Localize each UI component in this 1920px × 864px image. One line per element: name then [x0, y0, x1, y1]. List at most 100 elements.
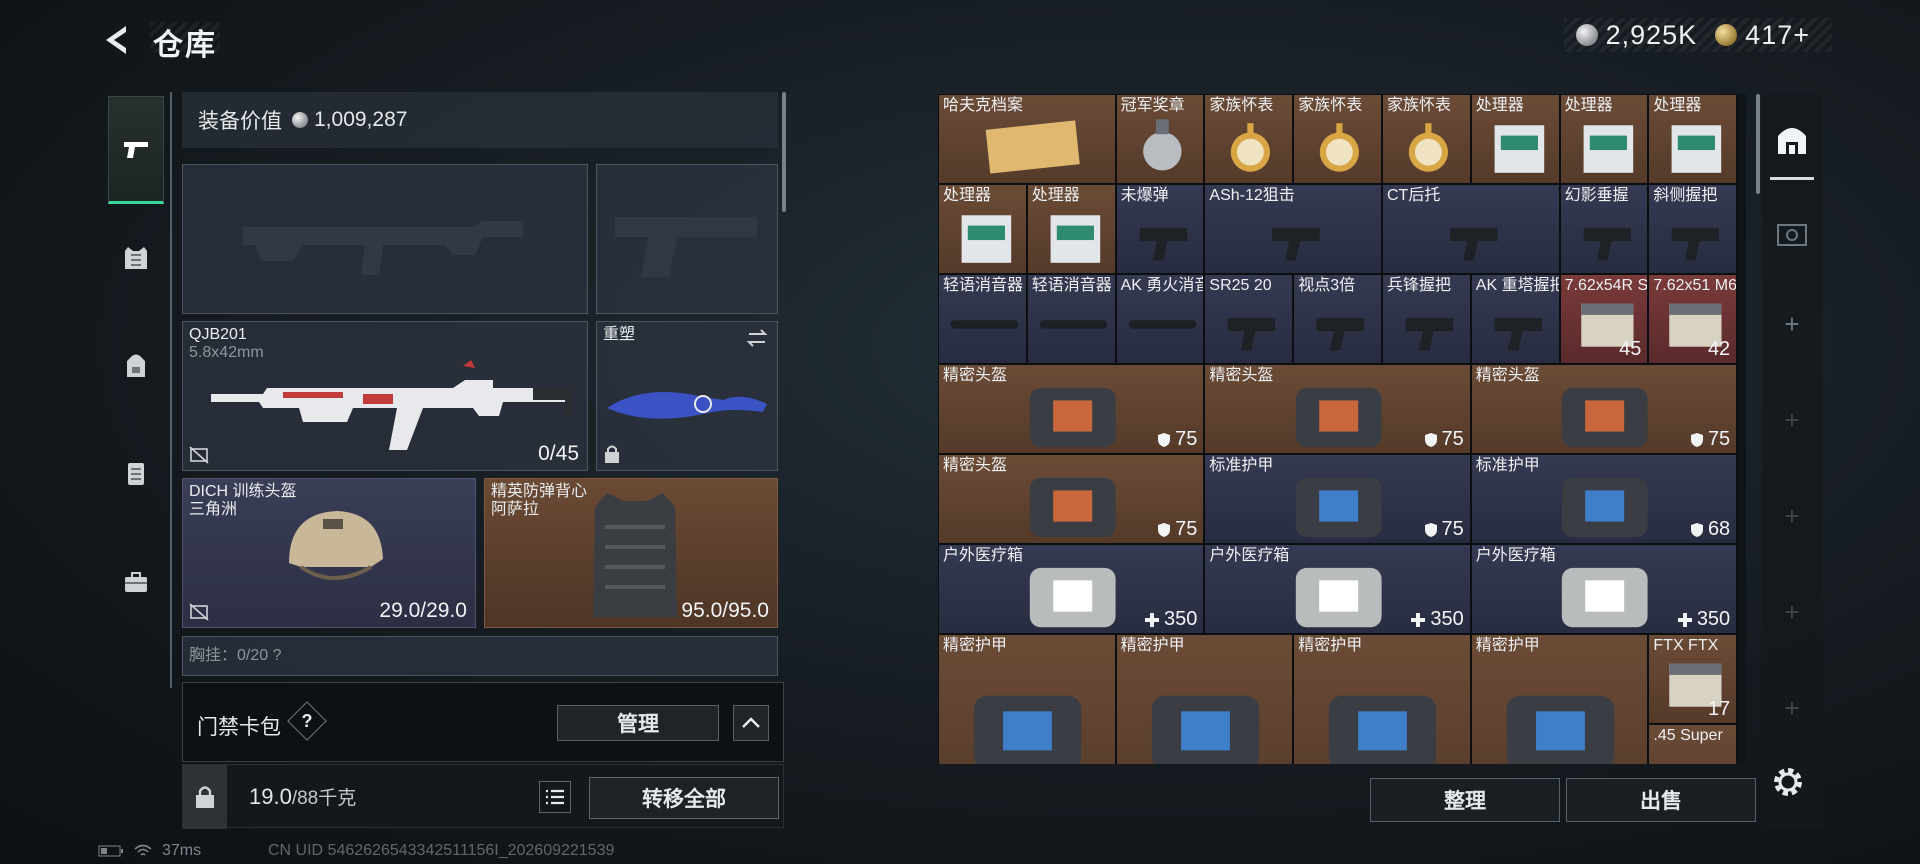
armor-slot[interactable]: 精英防弹背心 阿萨拉 95.0/95.0 [484, 478, 778, 628]
storage-item[interactable]: 兵锋握把 [1382, 274, 1471, 364]
manage-button[interactable]: 管理 [557, 705, 719, 741]
tab-storage-expansion[interactable] [1770, 194, 1814, 274]
no-insurance-icon [189, 603, 209, 621]
item-name: 户外医疗箱 [1209, 547, 1290, 564]
storage-item[interactable]: 精密护甲 [1293, 634, 1471, 764]
collapse-button[interactable] [733, 705, 769, 741]
rifle-silhouette-icon [243, 221, 523, 275]
storage-item[interactable]: 视点3倍 [1293, 274, 1382, 364]
item-durability: 68 [1690, 518, 1730, 541]
tab-backpack[interactable] [108, 312, 164, 420]
shield-icon [1158, 432, 1171, 447]
equipment-scrollbar[interactable] [782, 92, 786, 212]
primary-weapon-slot[interactable]: QJB201 5.8x42mm 0/45 [182, 321, 588, 471]
equipment-value-row: 装备价值 1,009,287 [182, 92, 778, 148]
storage-item[interactable]: 7.62x54R SNB 45 [1559, 274, 1649, 364]
shield-icon [1158, 522, 1171, 537]
item-name: 处理器 [1475, 97, 1524, 114]
plus-icon: + [1784, 404, 1800, 435]
storage-item[interactable]: 精密头盔 75 [938, 364, 1205, 454]
armor-name: 精英防弹背心 [491, 483, 588, 500]
melee-weapon-slot[interactable]: 重塑 [596, 321, 778, 471]
help-icon: ? [301, 711, 313, 731]
storage-scrollbar[interactable] [1756, 94, 1760, 194]
storage-item[interactable]: 精密护甲 [1115, 634, 1294, 764]
item-quantity: 17 [1707, 698, 1731, 720]
tab-safebox[interactable] [108, 528, 164, 636]
storage-item[interactable]: AK 重塔握把 [1470, 274, 1560, 364]
helmet-durability: 29.0/29.0 [379, 599, 467, 622]
storage-item[interactable]: 精密护甲 [1470, 634, 1649, 764]
storage-item[interactable]: AK 勇火消音器 [1115, 274, 1205, 364]
storage-item[interactable]: 标准护甲 75 [1204, 454, 1471, 544]
storage-item[interactable]: ASh-12狙击 [1204, 184, 1382, 274]
storage-item[interactable]: 哈夫克档案 [938, 94, 1116, 184]
item-name: 精密护甲 [1475, 637, 1540, 654]
add-storage-tab-5[interactable]: + [1770, 668, 1814, 748]
storage-item[interactable]: 处理器 [1648, 94, 1738, 184]
storage-item[interactable]: 家族怀表 [1204, 94, 1294, 184]
item-name: 精密护甲 [1120, 637, 1185, 654]
tab-storage-main[interactable] [1770, 100, 1814, 180]
storage-item[interactable]: 标准护甲 68 [1470, 454, 1738, 544]
item-name: ASh-12狙击 [1209, 187, 1295, 204]
karambit-knife-image [607, 392, 767, 419]
storage-item[interactable]: 精密头盔 75 [1204, 364, 1471, 454]
storage-item[interactable]: 户外医疗箱 350 [938, 544, 1205, 634]
add-storage-tab-4[interactable]: + [1770, 572, 1814, 652]
armor-durability: 95.0/95.0 [681, 599, 769, 622]
tab-weapons[interactable] [108, 96, 164, 204]
capacity-bar: 19.0/88千克 转移全部 [182, 764, 784, 829]
secondary-weapon-slot-empty[interactable] [596, 164, 778, 314]
tab-chest-rig[interactable] [108, 420, 164, 528]
storage-item[interactable]: 精密头盔 75 [1470, 364, 1738, 454]
item-name: 精密头盔 [943, 367, 1008, 384]
storage-item[interactable]: 户外医疗箱 350 [1470, 544, 1738, 634]
storage-item[interactable]: 家族怀表 [1293, 94, 1382, 184]
sell-button[interactable]: 出售 [1566, 778, 1756, 822]
swap-icon[interactable] [745, 328, 769, 348]
item-durability: 75 [1157, 428, 1197, 451]
add-storage-tab-1[interactable]: + [1770, 284, 1814, 364]
transfer-all-button[interactable]: 转移全部 [589, 777, 779, 819]
storage-item[interactable]: 未爆弹 [1115, 184, 1205, 274]
chest-rig-slot[interactable]: 胸挂：0/20 ? [182, 636, 778, 676]
item-name: 精密头盔 [943, 457, 1008, 474]
storage-item[interactable]: 斜侧握把 [1648, 184, 1738, 274]
item-name: 轻语消音器 [943, 277, 1024, 294]
storage-item[interactable]: 户外医疗箱 350 [1204, 544, 1471, 634]
storage-item[interactable]: 处理器 [1470, 94, 1560, 184]
pistol-icon [124, 142, 148, 158]
storage-item[interactable]: 轻语消音器 [1026, 274, 1116, 364]
storage-item[interactable]: SR25 20 [1204, 274, 1294, 364]
storage-item[interactable]: 精密头盔 75 [938, 454, 1205, 544]
primary-weapon-slot-empty[interactable] [182, 164, 588, 314]
storage-item[interactable]: 处理器 [1559, 94, 1649, 184]
storage-item[interactable]: 处理器 [938, 184, 1027, 274]
back-button[interactable] [98, 20, 134, 60]
equipment-value-label: 装备价值 [198, 110, 282, 133]
add-storage-tab-3[interactable]: + [1770, 476, 1814, 556]
storage-item[interactable]: .45 Super [1648, 724, 1738, 764]
storage-item[interactable]: 轻语消音器 [938, 274, 1027, 364]
storage-item[interactable]: 家族怀表 [1382, 94, 1471, 184]
settings-button[interactable] [1770, 764, 1806, 800]
primary-weapon-ammo: 0/45 [538, 442, 579, 465]
storage-item[interactable]: 冠军奖章 [1115, 94, 1205, 184]
tab-armor[interactable] [108, 204, 164, 312]
storage-item[interactable]: FTX FTX 17 [1648, 634, 1738, 724]
storage-item[interactable]: CT后托 [1382, 184, 1560, 274]
gold-coin-icon [1715, 24, 1738, 46]
add-storage-tab-2[interactable]: + [1770, 380, 1814, 460]
gold-balance[interactable]: 417+ [1745, 20, 1810, 51]
helmet-slot[interactable]: DICH 训练头盔 三角洲 29.0/29.0 [182, 478, 476, 628]
capacity-lock-button[interactable] [183, 765, 227, 829]
storage-item[interactable]: 处理器 [1026, 184, 1116, 274]
keycard-help-button[interactable]: ? [287, 701, 327, 741]
storage-item[interactable]: 幻影垂握 [1559, 184, 1649, 274]
storage-item[interactable]: 7.62x51 M61 42 [1648, 274, 1738, 364]
list-view-button[interactable] [539, 781, 571, 813]
sort-button[interactable]: 整理 [1370, 778, 1560, 822]
plus-icon: + [1784, 500, 1800, 531]
storage-item[interactable]: 精密护甲 [938, 634, 1116, 764]
